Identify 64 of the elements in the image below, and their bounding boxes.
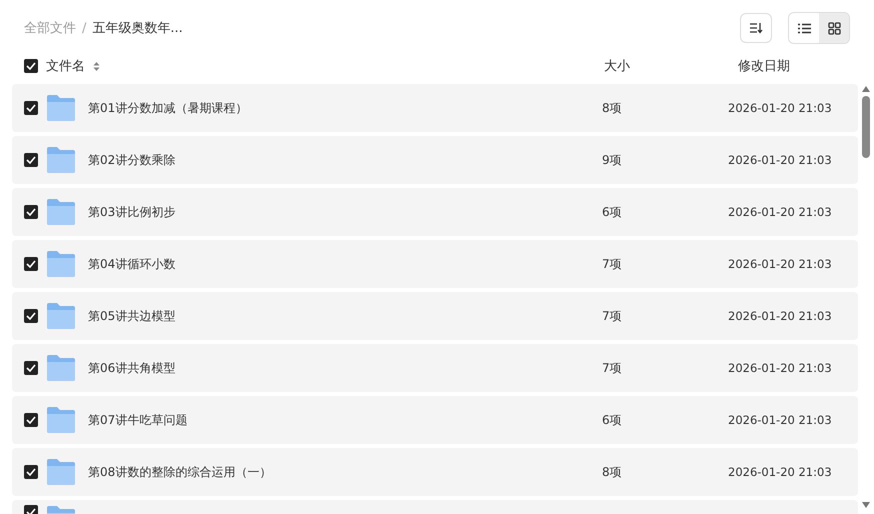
folder-icon xyxy=(46,146,76,174)
folder-icon xyxy=(46,250,76,278)
folder-name[interactable]: 第02讲分数乘除 xyxy=(88,152,602,168)
column-header: 大小 xyxy=(604,58,631,75)
breadcrumb-separator: / xyxy=(82,20,86,36)
grid-view-button[interactable] xyxy=(819,13,849,43)
modified-date: 2026-01-20 21:03 xyxy=(728,205,833,219)
row-checkbox[interactable] xyxy=(24,257,38,271)
item-count: 7项 xyxy=(602,360,623,376)
item-count: 8项 xyxy=(602,464,623,480)
select-all-checkbox[interactable] xyxy=(24,59,38,73)
item-count: 9项 xyxy=(602,152,623,168)
folder-row[interactable]: 第05讲共边模型 7项 2026-01-20 21:03 xyxy=(12,292,858,340)
folder-icon xyxy=(46,354,76,382)
column-header[interactable]: 文件名 xyxy=(46,57,85,75)
folder-name[interactable]: 第06讲共角模型 xyxy=(88,360,602,376)
folder-name[interactable]: 第03讲比例初步 xyxy=(88,204,602,220)
list-icon xyxy=(798,22,810,34)
sort-icon[interactable] xyxy=(93,60,100,72)
item-count: 7项 xyxy=(602,308,623,324)
row-checkbox[interactable] xyxy=(24,153,38,167)
folder-name[interactable]: 第07讲牛吃草问题 xyxy=(88,412,602,428)
scroll-up-icon[interactable] xyxy=(862,86,870,92)
item-count: 8项 xyxy=(602,100,623,116)
modified-date: 2026-01-20 21:03 xyxy=(728,101,833,115)
folder-row[interactable]: 第08讲数的整除的综合运用（一） 8项 2026-01-20 21:03 xyxy=(12,448,858,496)
folder-row[interactable]: 第07讲牛吃草问题 6项 2026-01-20 21:03 xyxy=(12,396,858,444)
row-checkbox[interactable] xyxy=(24,205,38,219)
folder-row[interactable]: 第02讲分数乘除 9项 2026-01-20 21:03 xyxy=(12,136,858,184)
grid-icon xyxy=(828,22,840,34)
item-count: 6项 xyxy=(602,412,623,428)
folder-name[interactable]: 第04讲循环小数 xyxy=(88,256,602,272)
folder-icon xyxy=(46,94,76,122)
sort-button[interactable] xyxy=(740,13,772,43)
breadcrumb-item: 五年级奥数年... xyxy=(92,20,183,37)
modified-date: 2026-01-20 21:03 xyxy=(728,465,833,479)
row-checkbox[interactable] xyxy=(24,465,38,479)
scrollbar-thumb[interactable] xyxy=(862,96,870,158)
folder-icon xyxy=(46,198,76,226)
modified-date: 2026-01-20 21:03 xyxy=(728,257,833,271)
row-checkbox[interactable] xyxy=(24,413,38,427)
sort-icon xyxy=(749,22,763,34)
checkmark-icon xyxy=(26,508,36,514)
folder-icon xyxy=(46,458,76,486)
scroll-down-icon[interactable] xyxy=(862,502,870,508)
modified-date: 2026-01-20 21:03 xyxy=(728,153,833,167)
item-count: 7项 xyxy=(602,256,623,272)
folder-icon xyxy=(46,406,76,434)
folder-icon xyxy=(46,302,76,330)
folder-name[interactable]: 第01讲分数加减（暑期课程） xyxy=(88,100,602,116)
modified-date: 2026-01-20 21:03 xyxy=(728,309,833,323)
folder-name[interactable]: 第08讲数的整除的综合运用（一） xyxy=(88,464,602,480)
item-count: 6项 xyxy=(602,204,623,220)
folder-row[interactable]: 第03讲比例初步 6项 2026-01-20 21:03 xyxy=(12,188,858,236)
folder-row[interactable]: 第06讲共角模型 7项 2026-01-20 21:03 xyxy=(12,344,858,392)
row-checkbox[interactable] xyxy=(24,309,38,323)
folder-row[interactable]: 第04讲循环小数 7项 2026-01-20 21:03 xyxy=(12,240,858,288)
folder-row[interactable]: 第01讲分数加减（暑期课程） 8项 2026-01-20 21:03 xyxy=(12,84,858,132)
column-header: 修改日期 xyxy=(738,58,791,75)
folder-name[interactable]: 第05讲共边模型 xyxy=(88,308,602,324)
row-checkbox[interactable] xyxy=(24,101,38,115)
modified-date: 2026-01-20 21:03 xyxy=(728,361,833,375)
row-checkbox[interactable] xyxy=(24,361,38,375)
modified-date: 2026-01-20 21:03 xyxy=(728,413,833,427)
